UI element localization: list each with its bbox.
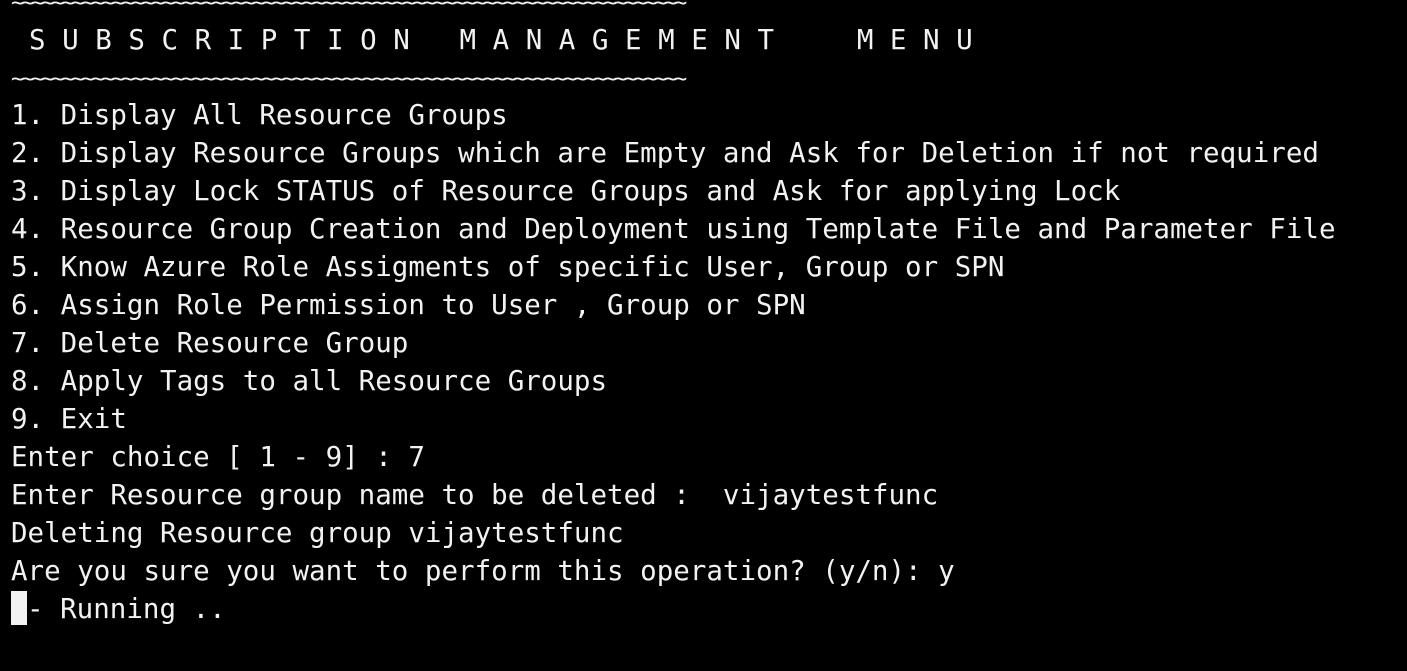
menu-item: 4. Resource Group Creation and Deploymen… — [11, 213, 1336, 245]
menu-title: S U B S C R I P T I O N M A N A G E M E … — [29, 24, 973, 56]
menu-item: 1. Display All Resource Groups — [11, 99, 508, 131]
menu-item: 5. Know Azure Role Assigments of specifi… — [11, 251, 1005, 283]
menu-item: 8. Apply Tags to all Resource Groups — [11, 365, 608, 397]
resource-group-prompt-line: Enter Resource group name to be deleted … — [11, 479, 939, 511]
menu-item: 7. Delete Resource Group — [11, 327, 409, 359]
output-lines: Enter choice [ 1 - 9] : 7 Enter Resource… — [11, 438, 1407, 590]
tilde-rule-bottom: ~~~~~~~~~~~~~~~~~~~~~~~~~~~~~~~~~~~~~~~~… — [11, 70, 687, 90]
menu-list: 1. Display All Resource Groups 2. Displa… — [11, 96, 1407, 438]
confirmation-prompt-line: Are you sure you want to perform this op… — [11, 555, 955, 587]
terminal-cursor[interactable] — [11, 591, 27, 625]
deleting-status-line: Deleting Resource group vijaytestfunc — [11, 517, 624, 549]
running-status-row: - Running .. — [11, 590, 1407, 628]
menu-item: 3. Display Lock STATUS of Resource Group… — [11, 175, 1121, 207]
menu-item: 2. Display Resource Groups which are Emp… — [11, 137, 1319, 169]
menu-item: 6. Assign Role Permission to User , Grou… — [11, 289, 806, 321]
tilde-rule-top: ~~~~~~~~~~~~~~~~~~~~~~~~~~~~~~~~~~~~~~~~… — [11, 0, 687, 14]
terminal-window[interactable]: ~~~~~~~~~~~~~~~~~~~~~~~~~~~~~~~~~~~~~~~~… — [0, 0, 1407, 671]
choice-prompt-line: Enter choice [ 1 - 9] : 7 — [11, 441, 425, 473]
menu-item: 9. Exit — [11, 403, 127, 435]
running-status-text: - Running .. — [27, 593, 226, 625]
